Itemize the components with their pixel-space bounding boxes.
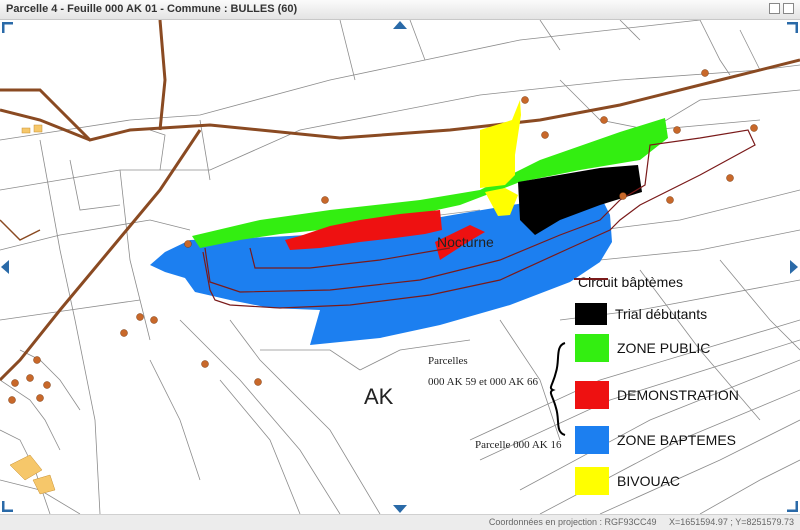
coordinates-readout: Coordonnées en projection : RGF93CC49 X=… (488, 517, 794, 527)
title-bar: Parcelle 4 - Feuille 000 AK 01 - Commune… (0, 0, 800, 20)
parcelles-title: Parcelles (428, 355, 468, 367)
map-window: Parcelle 4 - Feuille 000 AK 01 - Commune… (0, 0, 800, 530)
close-icon[interactable] (783, 3, 794, 14)
y-coordinate: Y=8251579.73 (735, 517, 794, 527)
corner-top-left-icon (2, 22, 13, 33)
bivouac-area (480, 100, 521, 188)
legend-item-demonstration: DEMONSTRATION (575, 381, 739, 409)
parcelle-16-label: Parcelle 000 AK 16 (475, 439, 562, 451)
window-title: Parcelle 4 - Feuille 000 AK 01 - Commune… (6, 3, 298, 15)
legend-label-bivouac: BIVOUAC (617, 473, 681, 489)
legend-label-demonstration: DEMONSTRATION (617, 387, 739, 403)
pan-up-icon[interactable] (393, 21, 407, 29)
x-coordinate: X=1651594.97 (669, 517, 728, 527)
section-label: AK (364, 384, 394, 409)
projection-label: Coordonnées en projection : RGF93CC49 (488, 517, 657, 527)
legend-item-zone-public: ZONE PUBLIC (575, 334, 710, 362)
pan-right-icon[interactable] (790, 260, 798, 274)
trial-swatch (575, 303, 607, 325)
corner-bottom-right-icon (787, 501, 798, 512)
parcel-bracket (549, 342, 566, 436)
bivouac-swatch (575, 467, 609, 495)
circuit-line-icon (574, 278, 608, 280)
corner-top-right-icon (787, 22, 798, 33)
status-bar: Coordonnées en projection : RGF93CC49 X=… (0, 514, 800, 530)
legend-item-trial: Trial débutants (575, 303, 707, 325)
legend-label-trial: Trial débutants (615, 306, 708, 322)
legend-item-zone-baptemes: ZONE BAPTEMES (575, 426, 736, 454)
demonstration-swatch (575, 381, 609, 409)
legend-item-bivouac: BIVOUAC (575, 467, 680, 495)
nocturne-label: Nocturne (437, 234, 494, 250)
legend-label-zone-baptemes: ZONE BAPTEMES (617, 432, 737, 448)
pan-left-icon[interactable] (1, 260, 9, 274)
corner-bottom-left-icon (2, 501, 13, 512)
parcelles-ids: 000 AK 59 et 000 AK 66 (428, 376, 538, 388)
legend-item-circuit: Circuit bâptèmes (572, 274, 683, 290)
zone-public-swatch (575, 334, 609, 362)
pan-down-icon[interactable] (393, 505, 407, 513)
legend-label-zone-public: ZONE PUBLIC (617, 340, 711, 356)
cadastral-map[interactable]: Nocturne AK Parcelles 000 AK 59 et 000 A… (0, 20, 800, 514)
zone-baptemes-swatch (575, 426, 609, 454)
restore-icon[interactable] (769, 3, 780, 14)
